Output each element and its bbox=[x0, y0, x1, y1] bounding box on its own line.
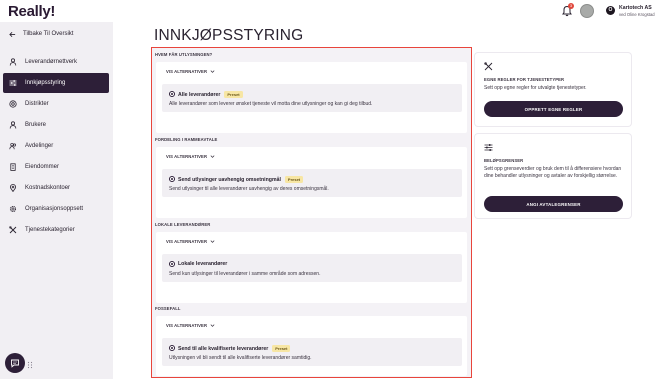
amount-limits-card: BELØPSGRENSER Sett opp grenseverdier og … bbox=[475, 134, 631, 218]
drag-handle-icon[interactable] bbox=[27, 361, 33, 369]
sidebar-item-label: Distrikter bbox=[25, 101, 49, 107]
tools-icon bbox=[484, 62, 493, 71]
sidebar-item-label: Innkjøpsstyring bbox=[25, 80, 66, 86]
sidebar-item-brukere[interactable]: Brukere bbox=[3, 115, 109, 135]
preset-badge: Preset bbox=[224, 91, 243, 98]
option-all-qualified-suppliers[interactable]: Send til alle kvalifiserte leverandører … bbox=[162, 338, 462, 366]
custom-rules-card: EGNE REGLER FOR TJENESTETYPER Sett opp e… bbox=[475, 53, 631, 126]
sidebar-item-organisasjonsoppsett[interactable]: Organisasjonsoppsett bbox=[3, 199, 109, 219]
sliders-icon bbox=[9, 80, 17, 86]
card-text: Sett opp egne regler for utvalgte tjenes… bbox=[484, 85, 587, 91]
sidebar-item-eiendommer[interactable]: Eiendommer bbox=[3, 157, 109, 177]
sidebar-item-label: Kostnadskontoer bbox=[25, 185, 71, 191]
sidebar-item-kostnadskontoer[interactable]: Kostnadskontoer bbox=[3, 178, 109, 198]
target-icon bbox=[9, 100, 17, 108]
toggle-label: VIS ALTERNATIVER bbox=[166, 69, 208, 74]
location-pin-icon bbox=[10, 184, 16, 192]
option-title: Send utlysinger uavhengig omsetningmål P… bbox=[178, 176, 304, 183]
option-local-suppliers[interactable]: Lokale leverandører Send kun utlysinger … bbox=[162, 254, 462, 282]
option-description: Utlysningen vil bli sendt til alle kvali… bbox=[169, 355, 312, 361]
option-independent-of-target[interactable]: Send utlysinger uavhengig omsetningmål P… bbox=[162, 169, 462, 197]
option-title: Alle leverandører Preset bbox=[178, 91, 243, 98]
section-card-framework-distribution: VIS ALTERNATIVER Send utlysinger uavheng… bbox=[156, 147, 467, 218]
sidebar-item-label: Brukere bbox=[25, 122, 47, 128]
app-logo[interactable]: Really! bbox=[8, 3, 55, 20]
chat-bubble-icon bbox=[11, 359, 19, 368]
card-text: Sett opp grenseverdier og bruk dem til å… bbox=[484, 166, 622, 179]
sidebar-item-label: Leverandørnettverk bbox=[25, 59, 78, 65]
chevron-down-icon bbox=[210, 240, 215, 243]
sidebar-item-label: Tjenestekategorier bbox=[25, 227, 75, 233]
card-heading: EGNE REGLER FOR TJENESTETYPER bbox=[484, 77, 565, 82]
back-link-label: Tilbake Til Oversikt bbox=[23, 31, 74, 37]
notification-badge: 3 bbox=[568, 3, 574, 9]
page-title: INNKJØPSSTYRING bbox=[154, 27, 304, 44]
section-card-waterfall: VIS ALTERNATIVER Send til alle kvalifise… bbox=[156, 316, 467, 376]
sidebar-item-avdelinger[interactable]: Avdelinger bbox=[3, 136, 109, 156]
sidebar-item-leverandornettverk[interactable]: Leverandørnettverk bbox=[3, 52, 109, 72]
main-content: INNKJØPSSTYRING HVEM FÅR UTLYSNINGEN? VI… bbox=[113, 22, 670, 379]
card-heading: BELØPSGRENSER bbox=[484, 158, 524, 163]
tools-icon bbox=[9, 226, 17, 234]
option-description: Send utlysinger til alle leverandører ua… bbox=[169, 186, 329, 192]
option-title: Send til alle kvalifiserte leverandører … bbox=[178, 345, 291, 352]
person-icon bbox=[9, 58, 17, 66]
radio-selected[interactable] bbox=[169, 345, 175, 351]
top-bar: Really! 3 O Kartotech AS ved Oline Krogs… bbox=[0, 0, 670, 22]
gear-icon bbox=[9, 205, 17, 213]
option-title-text: Alle leverandører bbox=[178, 91, 221, 98]
preset-badge: Preset bbox=[272, 345, 291, 352]
sliders-icon bbox=[484, 144, 493, 151]
sidebar-item-label: Eiendommer bbox=[25, 164, 60, 170]
chevron-down-icon bbox=[210, 324, 215, 327]
section-label-who-receives: HVEM FÅR UTLYSNINGEN? bbox=[155, 52, 213, 57]
create-custom-rules-button[interactable]: OPPRETT EGNE REGLER bbox=[484, 101, 623, 117]
user-subtitle: ved Oline Krogstad bbox=[619, 12, 655, 17]
sidebar-item-distrikter[interactable]: Distrikter bbox=[3, 94, 109, 114]
option-title: Lokale leverandører bbox=[178, 261, 227, 267]
radio-selected[interactable] bbox=[169, 91, 175, 97]
toggle-label: VIS ALTERNATIVER bbox=[166, 323, 208, 328]
user-company[interactable]: Kartotech AS bbox=[619, 5, 652, 11]
section-card-who-receives: VIS ALTERNATIVER Alle leverandører Prese… bbox=[156, 62, 467, 133]
option-title-text: Lokale leverandører bbox=[178, 261, 228, 267]
section-label-framework-distribution: FORDELING I RAMMEAVTALE bbox=[155, 137, 218, 142]
highlighted-settings-panel: HVEM FÅR UTLYSNINGEN? VIS ALTERNATIVER A… bbox=[151, 47, 472, 378]
option-all-suppliers[interactable]: Alle leverandører Preset Alle leverandør… bbox=[162, 84, 462, 112]
show-options-toggle[interactable]: VIS ALTERNATIVER bbox=[166, 69, 215, 74]
avatar[interactable]: O bbox=[606, 6, 615, 15]
sidebar-item-label: Organisasjonsoppsett bbox=[25, 206, 84, 212]
show-options-toggle[interactable]: VIS ALTERNATIVER bbox=[166, 239, 215, 244]
radio-selected[interactable] bbox=[169, 261, 175, 267]
option-description: Alle leverandører som leverer ønsket tje… bbox=[169, 101, 373, 107]
sidebar-item-tjenestekategorier[interactable]: Tjenestekategorier bbox=[3, 220, 109, 240]
building-icon bbox=[10, 163, 16, 171]
preset-badge: Preset bbox=[284, 176, 304, 183]
show-options-toggle[interactable]: VIS ALTERNATIVER bbox=[166, 323, 215, 328]
option-title-text: Send utlysinger uavhengig omsetningmål bbox=[178, 176, 281, 183]
option-title-text: Send til alle kvalifiserte leverandører bbox=[178, 345, 269, 352]
sidebar-item-label: Avdelinger bbox=[25, 143, 54, 149]
show-options-toggle[interactable]: VIS ALTERNATIVER bbox=[166, 154, 215, 159]
radio-selected[interactable] bbox=[169, 176, 175, 182]
section-label-waterfall: FOSSEFALL bbox=[155, 306, 181, 311]
toggle-label: VIS ALTERNATIVER bbox=[166, 239, 208, 244]
shield-button[interactable] bbox=[580, 4, 594, 18]
chevron-down-icon bbox=[210, 70, 215, 73]
user-icon bbox=[9, 121, 17, 129]
option-description: Send kun utlysinger til leverandører i s… bbox=[169, 271, 321, 277]
section-card-local-suppliers: VIS ALTERNATIVER Lokale leverandører Sen… bbox=[156, 232, 467, 303]
arrow-left-icon bbox=[9, 31, 16, 37]
chat-button[interactable] bbox=[5, 353, 25, 373]
set-agreement-limits-button[interactable]: ANGI AVTALEGRENSER bbox=[484, 196, 623, 212]
chevron-down-icon bbox=[210, 155, 215, 158]
sidebar-item-innkjopsstyring[interactable]: Innkjøpsstyring bbox=[3, 73, 109, 93]
sidebar: Tilbake Til Oversikt Leverandørnettverk … bbox=[0, 22, 113, 379]
section-label-local-suppliers: LOKALE LEVERANDØRER bbox=[155, 222, 211, 227]
toggle-label: VIS ALTERNATIVER bbox=[166, 154, 208, 159]
back-to-overview-link[interactable]: Tilbake Til Oversikt bbox=[9, 28, 73, 40]
team-icon bbox=[9, 142, 17, 150]
